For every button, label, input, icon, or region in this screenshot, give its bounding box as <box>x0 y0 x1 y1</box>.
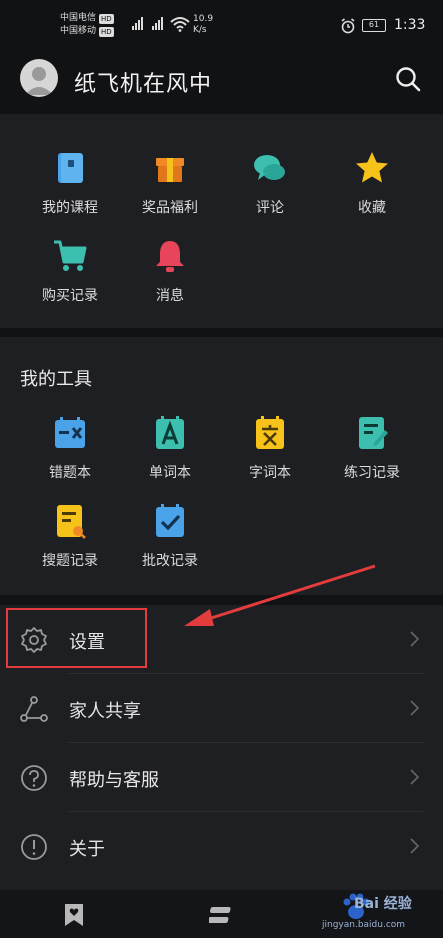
help-icon <box>21 765 47 791</box>
watermark-url: jingyan.baidu.com <box>322 920 406 930</box>
hd-badge: HD <box>99 26 114 37</box>
chat-icon <box>254 155 285 180</box>
wifi-icon <box>170 17 190 32</box>
service-label: 购买记录 <box>42 288 98 304</box>
tool-search-records[interactable]: 搜题记录 <box>20 501 120 570</box>
bookmark-heart-icon[interactable] <box>61 902 87 928</box>
search-icon[interactable] <box>394 65 422 93</box>
profile-header: 纸飞机在风中 <box>0 56 443 114</box>
carrier-1: 中国电信 <box>60 13 97 23</box>
stack-icon[interactable] <box>209 902 235 928</box>
tool-word-book[interactable]: 单词本 <box>120 413 220 482</box>
service-rewards[interactable]: 奖品福利 <box>120 148 220 217</box>
menu-item-family-share[interactable]: 家人共享 <box>0 674 443 743</box>
search-record-icon <box>57 505 86 539</box>
signal-icon <box>132 16 143 30</box>
network-speed: 10.9 K/s <box>193 14 214 35</box>
service-label: 消息 <box>156 288 184 304</box>
service-label: 奖品福利 <box>142 200 198 216</box>
char-book-icon <box>256 416 284 449</box>
signal-icon <box>152 16 163 30</box>
menu-item-help[interactable]: 帮助与客服 <box>0 743 443 812</box>
username[interactable]: 纸飞机在风中 <box>74 66 212 98</box>
service-purchase-records[interactable]: 购买记录 <box>20 236 120 305</box>
tool-label: 练习记录 <box>344 465 400 481</box>
settings-highlight-box <box>6 608 147 668</box>
chevron-right-icon <box>410 700 420 716</box>
service-comments[interactable]: 评论 <box>220 148 320 217</box>
carrier-info: 中国电信 HD 中国移动 HD <box>60 12 114 38</box>
star-icon <box>356 152 388 183</box>
menu-item-about[interactable]: 关于 <box>0 812 443 881</box>
menu-item-label: 家人共享 <box>69 701 141 722</box>
service-label: 评论 <box>256 200 284 216</box>
tool-char-book[interactable]: 字词本 <box>220 413 320 482</box>
chevron-right-icon <box>410 838 420 854</box>
watermark-brand: Bai 经验 <box>354 896 412 912</box>
battery-icon: 61 <box>362 19 386 32</box>
service-label: 收藏 <box>358 200 386 216</box>
tool-label: 单词本 <box>149 465 191 481</box>
menu-item-label: 帮助与客服 <box>69 770 159 791</box>
tool-wrong-book[interactable]: 错题本 <box>20 413 120 482</box>
tool-label: 字词本 <box>249 465 291 481</box>
service-label: 我的课程 <box>42 200 98 216</box>
cart-icon <box>54 240 87 271</box>
info-icon <box>21 834 47 860</box>
tool-label: 错题本 <box>49 465 91 481</box>
clock: 1:33 <box>394 17 426 33</box>
word-book-icon <box>156 416 184 449</box>
tools-card: 我的工具 错题本 单词本 字词本 练习记录 搜题记录 批改记录 <box>0 337 443 595</box>
carrier-2: 中国移动 <box>60 26 97 36</box>
check-record-icon <box>156 504 184 537</box>
baidu-watermark: Bai 经验 jingyan.baidu.com <box>318 890 443 938</box>
gift-icon <box>156 158 184 182</box>
tool-practice-records[interactable]: 练习记录 <box>322 413 422 482</box>
service-my-courses[interactable]: 我的课程 <box>20 148 120 217</box>
share-icon <box>20 696 48 722</box>
menu-item-label: 关于 <box>69 839 105 860</box>
status-bar: 中国电信 HD 中国移动 HD 10.9 K/s 61 1:33 <box>0 0 443 56</box>
hd-badge: HD <box>99 13 114 24</box>
bell-icon <box>156 241 184 272</box>
service-favorites[interactable]: 收藏 <box>322 148 422 217</box>
chevron-right-icon <box>410 769 420 785</box>
service-messages[interactable]: 消息 <box>120 236 220 305</box>
tool-label: 搜题记录 <box>42 553 98 569</box>
chevron-right-icon <box>410 631 420 647</box>
avatar[interactable] <box>20 59 58 97</box>
services-card: 我的课程 奖品福利 评论 收藏 购买记录 消息 <box>0 114 443 328</box>
tools-title: 我的工具 <box>20 369 92 390</box>
practice-icon <box>359 417 388 449</box>
annotation-arrow <box>184 564 376 626</box>
wrong-book-icon <box>55 417 85 448</box>
alarm-icon <box>341 18 355 34</box>
book-icon <box>58 153 83 183</box>
